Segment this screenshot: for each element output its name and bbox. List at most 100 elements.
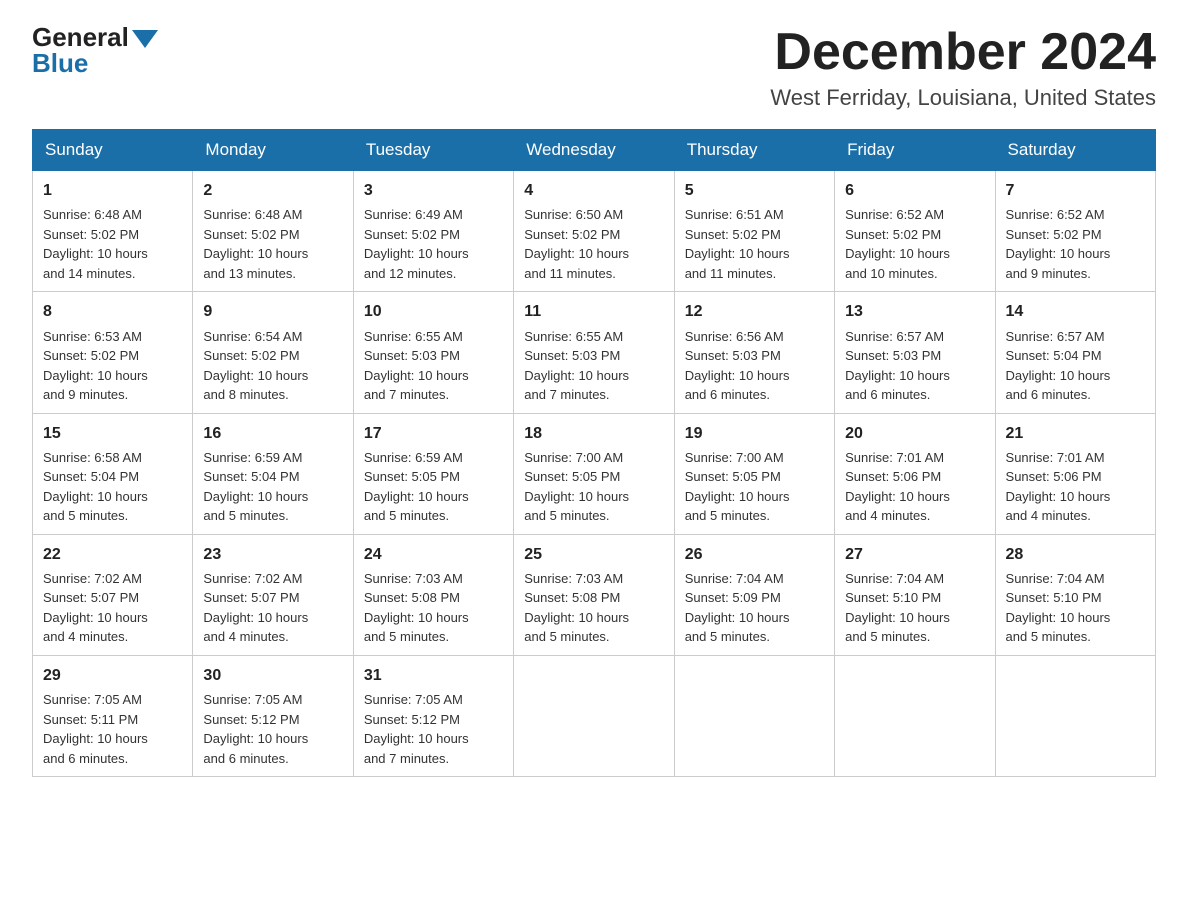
logo-blue-text: Blue	[32, 48, 88, 79]
day-number: 23	[203, 543, 342, 566]
day-info: Sunrise: 7:00 AMSunset: 5:05 PMDaylight:…	[685, 448, 824, 526]
calendar-cell: 23 Sunrise: 7:02 AMSunset: 5:07 PMDayligh…	[193, 534, 353, 655]
calendar-cell	[674, 655, 834, 776]
day-number: 8	[43, 300, 182, 323]
calendar-cell: 2 Sunrise: 6:48 AMSunset: 5:02 PMDaylight…	[193, 171, 353, 292]
calendar-cell: 21 Sunrise: 7:01 AMSunset: 5:06 PMDayligh…	[995, 413, 1155, 534]
calendar-cell: 6 Sunrise: 6:52 AMSunset: 5:02 PMDaylight…	[835, 171, 995, 292]
location-text: West Ferriday, Louisiana, United States	[770, 85, 1156, 111]
day-number: 7	[1006, 179, 1145, 202]
weekday-header-monday: Monday	[193, 130, 353, 171]
logo-general-text: General	[32, 24, 129, 50]
week-row-2: 8 Sunrise: 6:53 AMSunset: 5:02 PMDaylight…	[33, 292, 1156, 413]
day-info: Sunrise: 6:55 AMSunset: 5:03 PMDaylight:…	[524, 327, 663, 405]
day-info: Sunrise: 6:50 AMSunset: 5:02 PMDaylight:…	[524, 205, 663, 283]
day-info: Sunrise: 6:52 AMSunset: 5:02 PMDaylight:…	[845, 205, 984, 283]
day-info: Sunrise: 6:55 AMSunset: 5:03 PMDaylight:…	[364, 327, 503, 405]
week-row-5: 29 Sunrise: 7:05 AMSunset: 5:11 PMDayligh…	[33, 655, 1156, 776]
calendar-cell: 31 Sunrise: 7:05 AMSunset: 5:12 PMDayligh…	[353, 655, 513, 776]
day-info: Sunrise: 7:01 AMSunset: 5:06 PMDaylight:…	[1006, 448, 1145, 526]
calendar-cell: 11 Sunrise: 6:55 AMSunset: 5:03 PMDayligh…	[514, 292, 674, 413]
weekday-header-sunday: Sunday	[33, 130, 193, 171]
day-number: 12	[685, 300, 824, 323]
day-number: 28	[1006, 543, 1145, 566]
calendar-cell: 12 Sunrise: 6:56 AMSunset: 5:03 PMDayligh…	[674, 292, 834, 413]
calendar-cell: 26Sunrise: 7:04 AMSunset: 5:09 PMDayligh…	[674, 534, 834, 655]
day-info: Sunrise: 7:03 AMSunset: 5:08 PMDaylight:…	[524, 569, 663, 647]
calendar-cell: 24Sunrise: 7:03 AMSunset: 5:08 PMDayligh…	[353, 534, 513, 655]
week-row-4: 22 Sunrise: 7:02 AMSunset: 5:07 PMDayligh…	[33, 534, 1156, 655]
day-number: 9	[203, 300, 342, 323]
day-number: 19	[685, 422, 824, 445]
day-info: Sunrise: 7:02 AMSunset: 5:07 PMDaylight:…	[43, 569, 182, 647]
day-number: 31	[364, 664, 503, 687]
calendar-cell: 17 Sunrise: 6:59 AMSunset: 5:05 PMDayligh…	[353, 413, 513, 534]
day-number: 22	[43, 543, 182, 566]
weekday-header-wednesday: Wednesday	[514, 130, 674, 171]
weekday-header-saturday: Saturday	[995, 130, 1155, 171]
day-info: Sunrise: 6:48 AMSunset: 5:02 PMDaylight:…	[43, 205, 182, 283]
calendar-table: SundayMondayTuesdayWednesdayThursdayFrid…	[32, 129, 1156, 777]
week-row-1: 1 Sunrise: 6:48 AMSunset: 5:02 PMDaylight…	[33, 171, 1156, 292]
calendar-cell: 5Sunrise: 6:51 AMSunset: 5:02 PMDaylight…	[674, 171, 834, 292]
calendar-cell: 22 Sunrise: 7:02 AMSunset: 5:07 PMDayligh…	[33, 534, 193, 655]
calendar-cell: 9 Sunrise: 6:54 AMSunset: 5:02 PMDaylight…	[193, 292, 353, 413]
calendar-cell	[514, 655, 674, 776]
weekday-header-row: SundayMondayTuesdayWednesdayThursdayFrid…	[33, 130, 1156, 171]
calendar-cell: 10 Sunrise: 6:55 AMSunset: 5:03 PMDayligh…	[353, 292, 513, 413]
logo-arrow-icon	[132, 30, 158, 48]
day-info: Sunrise: 7:04 AMSunset: 5:10 PMDaylight:…	[1006, 569, 1145, 647]
day-number: 30	[203, 664, 342, 687]
day-info: Sunrise: 6:48 AMSunset: 5:02 PMDaylight:…	[203, 205, 342, 283]
calendar-cell	[835, 655, 995, 776]
day-number: 17	[364, 422, 503, 445]
calendar-cell	[995, 655, 1155, 776]
day-number: 1	[43, 179, 182, 202]
title-block: December 2024 West Ferriday, Louisiana, …	[770, 24, 1156, 111]
weekday-header-thursday: Thursday	[674, 130, 834, 171]
calendar-cell: 20 Sunrise: 7:01 AMSunset: 5:06 PMDayligh…	[835, 413, 995, 534]
day-number: 3	[364, 179, 503, 202]
day-info: Sunrise: 7:04 AMSunset: 5:09 PMDaylight:…	[685, 569, 824, 647]
day-info: Sunrise: 7:02 AMSunset: 5:07 PMDaylight:…	[203, 569, 342, 647]
day-info: Sunrise: 7:05 AMSunset: 5:12 PMDaylight:…	[364, 690, 503, 768]
calendar-cell: 16Sunrise: 6:59 AMSunset: 5:04 PMDayligh…	[193, 413, 353, 534]
day-info: Sunrise: 7:05 AMSunset: 5:11 PMDaylight:…	[43, 690, 182, 768]
month-year-heading: December 2024	[770, 24, 1156, 81]
calendar-cell: 7 Sunrise: 6:52 AMSunset: 5:02 PMDaylight…	[995, 171, 1155, 292]
weekday-header-tuesday: Tuesday	[353, 130, 513, 171]
calendar-cell: 8 Sunrise: 6:53 AMSunset: 5:02 PMDaylight…	[33, 292, 193, 413]
day-number: 2	[203, 179, 342, 202]
calendar-cell: 1 Sunrise: 6:48 AMSunset: 5:02 PMDaylight…	[33, 171, 193, 292]
day-info: Sunrise: 6:54 AMSunset: 5:02 PMDaylight:…	[203, 327, 342, 405]
day-number: 29	[43, 664, 182, 687]
day-number: 11	[524, 300, 663, 323]
day-info: Sunrise: 6:49 AMSunset: 5:02 PMDaylight:…	[364, 205, 503, 283]
day-number: 14	[1006, 300, 1145, 323]
day-number: 4	[524, 179, 663, 202]
calendar-cell: 15Sunrise: 6:58 AMSunset: 5:04 PMDayligh…	[33, 413, 193, 534]
calendar-cell: 18Sunrise: 7:00 AMSunset: 5:05 PMDayligh…	[514, 413, 674, 534]
day-info: Sunrise: 6:59 AMSunset: 5:05 PMDaylight:…	[364, 448, 503, 526]
calendar-cell: 4 Sunrise: 6:50 AMSunset: 5:02 PMDaylight…	[514, 171, 674, 292]
calendar-cell: 3 Sunrise: 6:49 AMSunset: 5:02 PMDaylight…	[353, 171, 513, 292]
day-number: 6	[845, 179, 984, 202]
day-info: Sunrise: 7:00 AMSunset: 5:05 PMDaylight:…	[524, 448, 663, 526]
day-number: 20	[845, 422, 984, 445]
day-info: Sunrise: 6:59 AMSunset: 5:04 PMDaylight:…	[203, 448, 342, 526]
day-info: Sunrise: 7:01 AMSunset: 5:06 PMDaylight:…	[845, 448, 984, 526]
day-number: 10	[364, 300, 503, 323]
day-number: 13	[845, 300, 984, 323]
logo: General Blue	[32, 24, 158, 79]
day-number: 21	[1006, 422, 1145, 445]
calendar-cell: 13Sunrise: 6:57 AMSunset: 5:03 PMDayligh…	[835, 292, 995, 413]
calendar-cell: 29 Sunrise: 7:05 AMSunset: 5:11 PMDayligh…	[33, 655, 193, 776]
day-info: Sunrise: 7:05 AMSunset: 5:12 PMDaylight:…	[203, 690, 342, 768]
page-header: General Blue December 2024 West Ferriday…	[32, 24, 1156, 111]
calendar-cell: 30 Sunrise: 7:05 AMSunset: 5:12 PMDayligh…	[193, 655, 353, 776]
weekday-header-friday: Friday	[835, 130, 995, 171]
day-info: Sunrise: 6:56 AMSunset: 5:03 PMDaylight:…	[685, 327, 824, 405]
day-info: Sunrise: 6:52 AMSunset: 5:02 PMDaylight:…	[1006, 205, 1145, 283]
day-info: Sunrise: 6:53 AMSunset: 5:02 PMDaylight:…	[43, 327, 182, 405]
day-number: 24	[364, 543, 503, 566]
